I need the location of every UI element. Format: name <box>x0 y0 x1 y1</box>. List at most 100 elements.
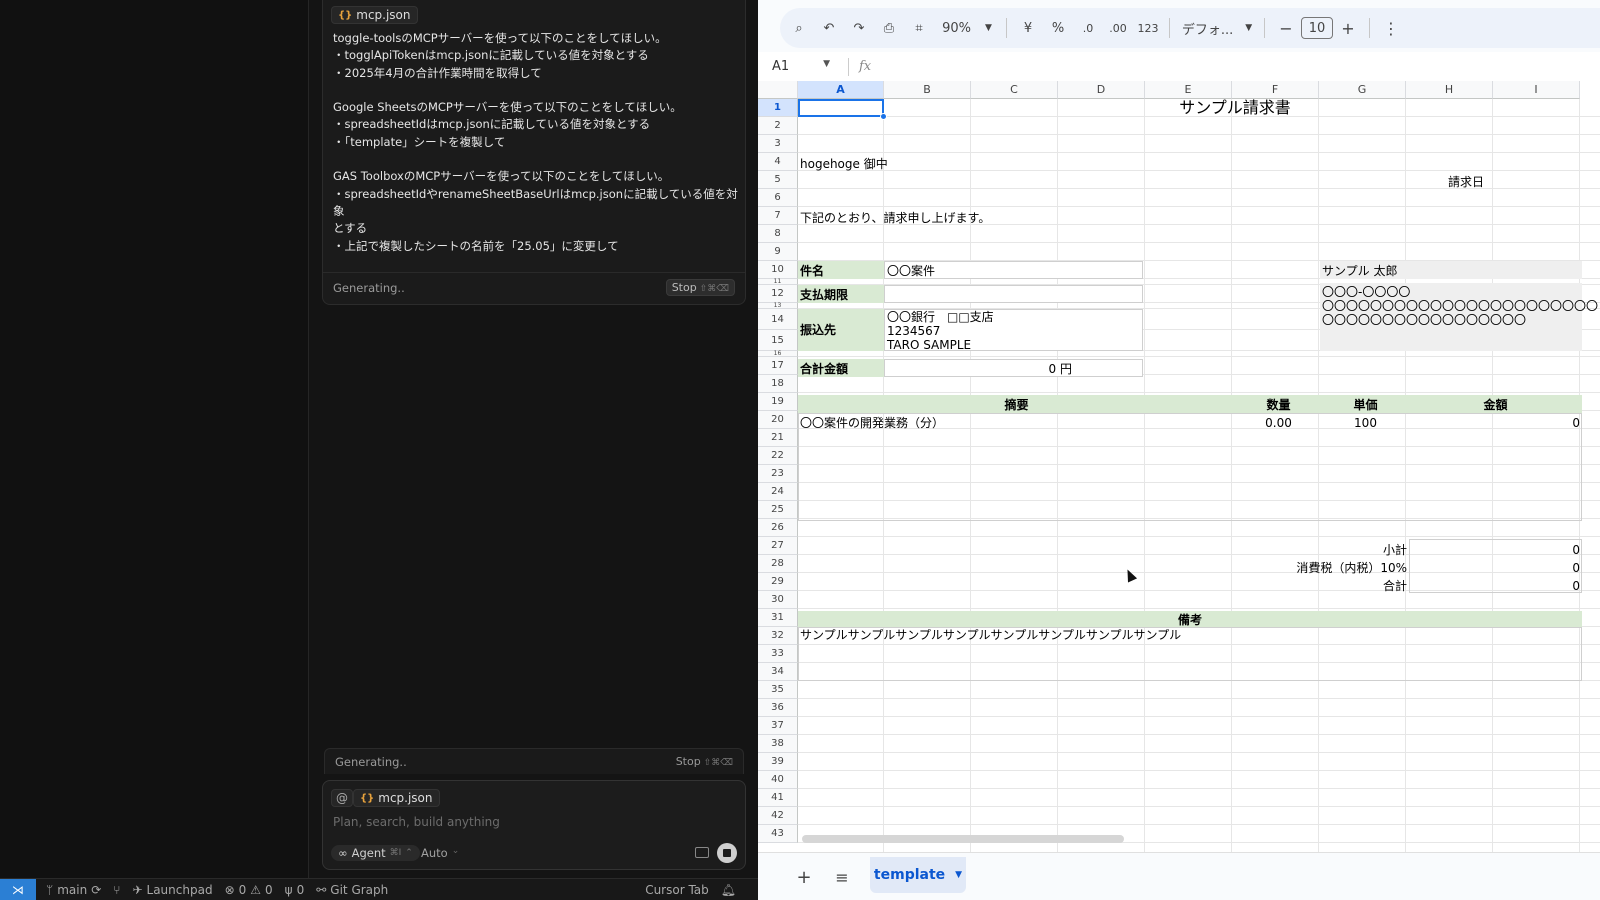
name-box[interactable]: A1 ▼ <box>758 59 838 74</box>
notes-label[interactable]: 備考 <box>798 613 1582 627</box>
stop-button[interactable]: Stop ⇧⌘⌫ <box>665 279 735 296</box>
bank-line-2[interactable]: 1234567 <box>887 324 940 338</box>
issuer-address-2[interactable]: 〇〇〇〇〇〇〇〇〇〇〇〇〇〇〇〇〇〇〇〇〇〇〇 <box>1322 299 1598 313</box>
grand-total-label[interactable]: 合計 <box>1235 579 1407 593</box>
composer-stop-button[interactable]: Stop ⇧⌘⌫ <box>676 755 733 768</box>
issuer-address-1[interactable]: 〇〇〇-〇〇〇〇 <box>1322 285 1410 299</box>
row-header[interactable]: 37 <box>758 717 798 735</box>
model-dropdown[interactable]: Auto ⌄ <box>421 846 459 860</box>
issuer-name[interactable]: サンプル 太郎 <box>1322 264 1397 278</box>
due-label[interactable]: 支払期限 <box>800 288 848 302</box>
row-header[interactable]: 5 <box>758 171 798 189</box>
item-desc[interactable]: 〇〇案件の開発業務（分） <box>800 416 944 430</box>
decrease-decimal-button[interactable]: .0 <box>1073 14 1103 42</box>
total-label[interactable]: 合計金額 <box>800 362 848 376</box>
row-header[interactable]: 9 <box>758 243 798 261</box>
row-header[interactable]: 26 <box>758 519 798 537</box>
subject-value[interactable]: 〇〇案件 <box>887 264 935 278</box>
row-header[interactable]: 41 <box>758 789 798 807</box>
column-header[interactable]: E <box>1145 81 1232 99</box>
col-desc-header[interactable]: 摘要 <box>798 398 1235 412</box>
sheet-grid[interactable]: ABCDEFGHI 1 2 3 4 5 6 7 8 9 10 11 12 13 14 15 16 17 18 19 2… <box>758 81 1600 852</box>
row-header[interactable]: 21 <box>758 429 798 447</box>
row-header[interactable]: 4 <box>758 153 798 171</box>
column-header[interactable]: B <box>884 81 971 99</box>
more-options-icon[interactable]: ⋮ <box>1376 14 1406 42</box>
row-header[interactable]: 22 <box>758 447 798 465</box>
column-header[interactable]: C <box>971 81 1058 99</box>
image-attach-icon[interactable] <box>695 847 709 858</box>
problems-item[interactable]: ⊗ 0 ⚠ 0 <box>225 883 273 897</box>
sheet-tab-template[interactable]: template ▼ <box>870 857 966 893</box>
row-header[interactable]: 34 <box>758 663 798 681</box>
item-unit-price[interactable]: 100 <box>1322 416 1409 430</box>
horizontal-scrollbar[interactable] <box>802 835 1124 843</box>
column-header[interactable]: F <box>1232 81 1319 99</box>
row-header[interactable]: 25 <box>758 501 798 519</box>
row-header[interactable]: 27 <box>758 537 798 555</box>
issuer-address-3[interactable]: 〇〇〇〇〇〇〇〇〇〇〇〇〇〇〇〇〇 <box>1322 313 1526 327</box>
mention-button[interactable]: @ <box>331 789 353 807</box>
row-header[interactable]: 29 <box>758 573 798 591</box>
col-amount-header[interactable]: 金額 <box>1409 398 1582 412</box>
row-header[interactable]: 19 <box>758 393 798 411</box>
subtotal-label[interactable]: 小計 <box>1235 543 1407 557</box>
grand-total-value[interactable]: 0 <box>1409 579 1580 593</box>
remote-icon[interactable]: ⋊ <box>0 878 36 900</box>
row-header[interactable]: 10 <box>758 261 798 279</box>
row-header[interactable]: 40 <box>758 771 798 789</box>
row-header[interactable]: 2 <box>758 117 798 135</box>
tax-label[interactable]: 消費税（内税）10% <box>1178 561 1407 575</box>
fill-handle[interactable] <box>880 113 887 120</box>
add-sheet-button[interactable]: + <box>792 865 816 889</box>
row-header[interactable]: 6 <box>758 189 798 207</box>
increase-font-size-button[interactable]: + <box>1333 14 1363 42</box>
tax-value[interactable]: 0 <box>1409 561 1580 575</box>
font-size-input[interactable]: 10 <box>1301 17 1333 39</box>
item-amount[interactable]: 0 <box>1409 416 1580 430</box>
increase-decimal-button[interactable]: .00 <box>1103 14 1133 42</box>
client-name[interactable]: hogehoge 御中 <box>800 157 888 171</box>
column-header[interactable]: G <box>1319 81 1406 99</box>
row-header[interactable]: 8 <box>758 225 798 243</box>
cursor-tab-item[interactable]: Cursor Tab <box>645 883 709 897</box>
intro-text[interactable]: 下記のとおり、請求申し上げます。 <box>800 211 990 225</box>
row-header[interactable]: 3 <box>758 135 798 153</box>
row-header[interactable]: 31 <box>758 609 798 627</box>
due-box[interactable] <box>884 285 1143 303</box>
search-icon[interactable]: ⌕ <box>784 14 814 42</box>
formula-input[interactable] <box>871 52 1600 81</box>
invoice-date-label[interactable]: 請求日 <box>1448 175 1484 189</box>
currency-format-button[interactable]: ¥ <box>1013 14 1043 42</box>
row-header[interactable]: 43 <box>758 825 798 843</box>
composer-input[interactable]: Plan, search, build anything <box>333 815 733 835</box>
col-unit-header[interactable]: 単価 <box>1322 398 1409 412</box>
notifications-icon[interactable]: 🔔︎ <box>721 883 736 897</box>
notes-value[interactable]: サンプルサンプルサンプルサンプルサンプルサンプルサンプルサンプル <box>800 628 1181 642</box>
select-all-corner[interactable] <box>758 81 798 99</box>
col-qty-header[interactable]: 数量 <box>1235 398 1322 412</box>
font-dropdown[interactable]: デフォ... ▼ <box>1176 14 1258 42</box>
launchpad-item[interactable]: ✈ Launchpad <box>132 883 212 897</box>
redo-icon[interactable]: ↷ <box>844 14 874 42</box>
bank-label[interactable]: 振込先 <box>800 323 836 337</box>
row-header[interactable]: 20 <box>758 411 798 429</box>
row-header[interactable]: 17 <box>758 357 798 375</box>
ports-item[interactable]: ψ 0 <box>285 883 305 897</box>
column-header[interactable]: H <box>1406 81 1493 99</box>
row-header[interactable]: 15 <box>758 330 798 351</box>
row-header[interactable]: 14 <box>758 309 798 330</box>
row-header[interactable]: 32 <box>758 627 798 645</box>
number-format-button[interactable]: 123 <box>1133 14 1163 42</box>
row-header[interactable]: 30 <box>758 591 798 609</box>
row-header[interactable]: 35 <box>758 681 798 699</box>
message-file-chip[interactable]: {} mcp.json <box>331 6 418 24</box>
percent-format-button[interactable]: % <box>1043 14 1073 42</box>
row-header[interactable]: 28 <box>758 555 798 573</box>
composer-file-chip[interactable]: {} mcp.json <box>353 789 440 807</box>
row-header[interactable]: 1 <box>758 99 798 117</box>
selected-cell-a1[interactable] <box>798 99 884 117</box>
row-header[interactable]: 42 <box>758 807 798 825</box>
subject-label[interactable]: 件名 <box>800 264 824 278</box>
bank-line-3[interactable]: TARO SAMPLE <box>887 338 971 352</box>
